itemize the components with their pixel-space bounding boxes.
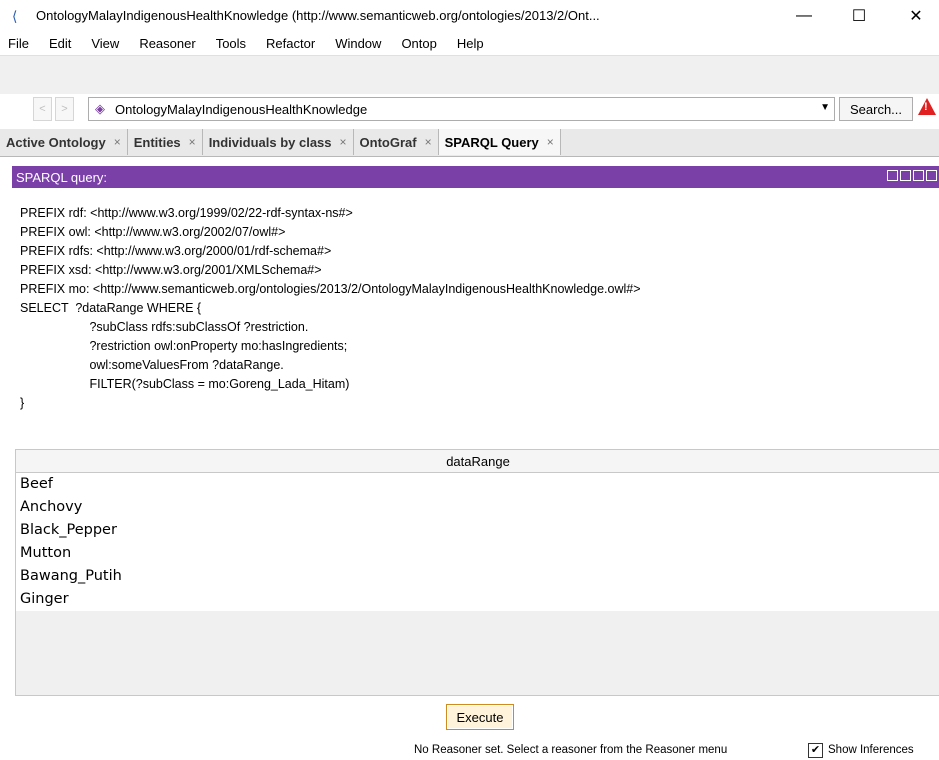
tab-active-ontology[interactable]: Active Ontology × xyxy=(0,129,128,155)
maximize-view-icon[interactable] xyxy=(913,170,924,181)
column-header-datarange[interactable]: dataRange xyxy=(16,450,939,473)
menu-tools[interactable]: Tools xyxy=(206,36,256,51)
menu-file[interactable]: File xyxy=(0,36,39,51)
toolbar xyxy=(0,55,939,94)
table-row[interactable]: Mutton xyxy=(16,542,939,565)
query-line: PREFIX owl: <http://www.w3.org/2002/07/o… xyxy=(20,225,286,239)
tab-label: OntoGraf xyxy=(359,134,417,150)
tab-label: SPARQL Query xyxy=(444,134,539,150)
query-line: ?subClass rdfs:subClassOf ?restriction. xyxy=(20,320,309,334)
menu-view[interactable]: View xyxy=(81,36,129,51)
sparql-view-header: SPARQL query: xyxy=(12,166,939,188)
ontology-name: OntologyMalayIndigenousHealthKnowledge xyxy=(115,101,368,117)
close-icon[interactable]: × xyxy=(340,135,347,149)
close-view-icon[interactable] xyxy=(926,170,937,181)
tab-entities[interactable]: Entities × xyxy=(127,129,203,155)
ontology-selector[interactable]: ◈ OntologyMalayIndigenousHealthKnowledge… xyxy=(88,97,835,121)
tab-label: Active Ontology xyxy=(6,134,106,150)
window-title: OntologyMalayIndigenousHealthKnowledge (… xyxy=(36,8,600,23)
forward-button[interactable]: > xyxy=(55,97,74,121)
close-icon[interactable]: × xyxy=(547,135,554,149)
query-line: PREFIX mo: <http://www.semanticweb.org/o… xyxy=(20,282,641,296)
status-bar: No Reasoner set. Select a reasoner from … xyxy=(0,742,939,760)
execute-button[interactable]: Execute xyxy=(446,704,514,730)
chevron-down-icon[interactable]: ▼ xyxy=(820,102,830,113)
reasoner-status: No Reasoner set. Select a reasoner from … xyxy=(414,744,728,756)
tab-bar: Active Ontology × Entities × Individuals… xyxy=(0,129,939,157)
query-line: owl:someValuesFrom ?dataRange. xyxy=(20,358,284,372)
results-rows: Beef Anchovy Black_Pepper Mutton Bawang_… xyxy=(16,473,939,611)
table-row[interactable]: Anchovy xyxy=(16,496,939,519)
tab-ontograf[interactable]: OntoGraf × xyxy=(353,129,439,155)
ontology-icon: ◈ xyxy=(95,101,105,116)
query-line: } xyxy=(20,396,25,410)
close-icon[interactable]: × xyxy=(189,135,196,149)
tab-label: Individuals by class xyxy=(208,134,332,150)
results-table[interactable]: dataRange Beef Anchovy Black_Pepper Mutt… xyxy=(15,449,939,696)
table-row[interactable]: Black_Pepper xyxy=(16,519,939,542)
back-button[interactable]: < xyxy=(33,97,52,121)
query-editor[interactable]: PREFIX rdf: <http://www.w3.org/1999/02/2… xyxy=(12,198,939,440)
query-line: PREFIX rdfs: <http://www.w3.org/2000/01/… xyxy=(20,244,332,258)
menu-reasoner[interactable]: Reasoner xyxy=(129,36,205,51)
split-view-icon[interactable] xyxy=(887,170,898,181)
query-line: SELECT ?dataRange WHERE { xyxy=(20,301,202,315)
warning-icon[interactable] xyxy=(918,98,936,115)
search-button[interactable]: Search... xyxy=(839,97,913,121)
menu-ontop[interactable]: Ontop xyxy=(391,36,446,51)
tab-sparql-query[interactable]: SPARQL Query × xyxy=(438,129,561,155)
menu-help[interactable]: Help xyxy=(447,36,494,51)
maximize-button[interactable]: ☐ xyxy=(836,0,882,31)
table-row[interactable]: Beef xyxy=(16,473,939,496)
view-controls xyxy=(887,170,937,181)
menu-bar: File Edit View Reasoner Tools Refactor W… xyxy=(0,31,939,55)
protege-app-icon: ⟨ xyxy=(12,7,18,24)
table-row[interactable]: Ginger xyxy=(16,588,939,611)
view-title: SPARQL query: xyxy=(16,169,108,185)
minimize-button[interactable]: — xyxy=(781,0,827,31)
menu-refactor[interactable]: Refactor xyxy=(256,36,325,51)
query-line: PREFIX xsd: <http://www.w3.org/2001/XMLS… xyxy=(20,263,322,277)
close-button[interactable]: ✕ xyxy=(893,0,939,31)
tab-label: Entities xyxy=(133,134,181,150)
query-line: ?restriction owl:onProperty mo:hasIngred… xyxy=(20,339,348,353)
menu-edit[interactable]: Edit xyxy=(39,36,81,51)
query-line: FILTER(?subClass = mo:Goreng_Lada_Hitam) xyxy=(20,377,350,391)
query-line: PREFIX rdf: <http://www.w3.org/1999/02/2… xyxy=(20,206,353,220)
minimize-view-icon[interactable] xyxy=(900,170,911,181)
close-icon[interactable]: × xyxy=(425,135,432,149)
table-row[interactable]: Bawang_Putih xyxy=(16,565,939,588)
menu-window[interactable]: Window xyxy=(325,36,391,51)
show-inferences-label[interactable]: Show Inferences xyxy=(828,744,914,756)
close-icon[interactable]: × xyxy=(114,135,121,149)
show-inferences-checkbox[interactable]: ✔ xyxy=(808,743,823,758)
tab-individuals-by-class[interactable]: Individuals by class × xyxy=(202,129,354,155)
